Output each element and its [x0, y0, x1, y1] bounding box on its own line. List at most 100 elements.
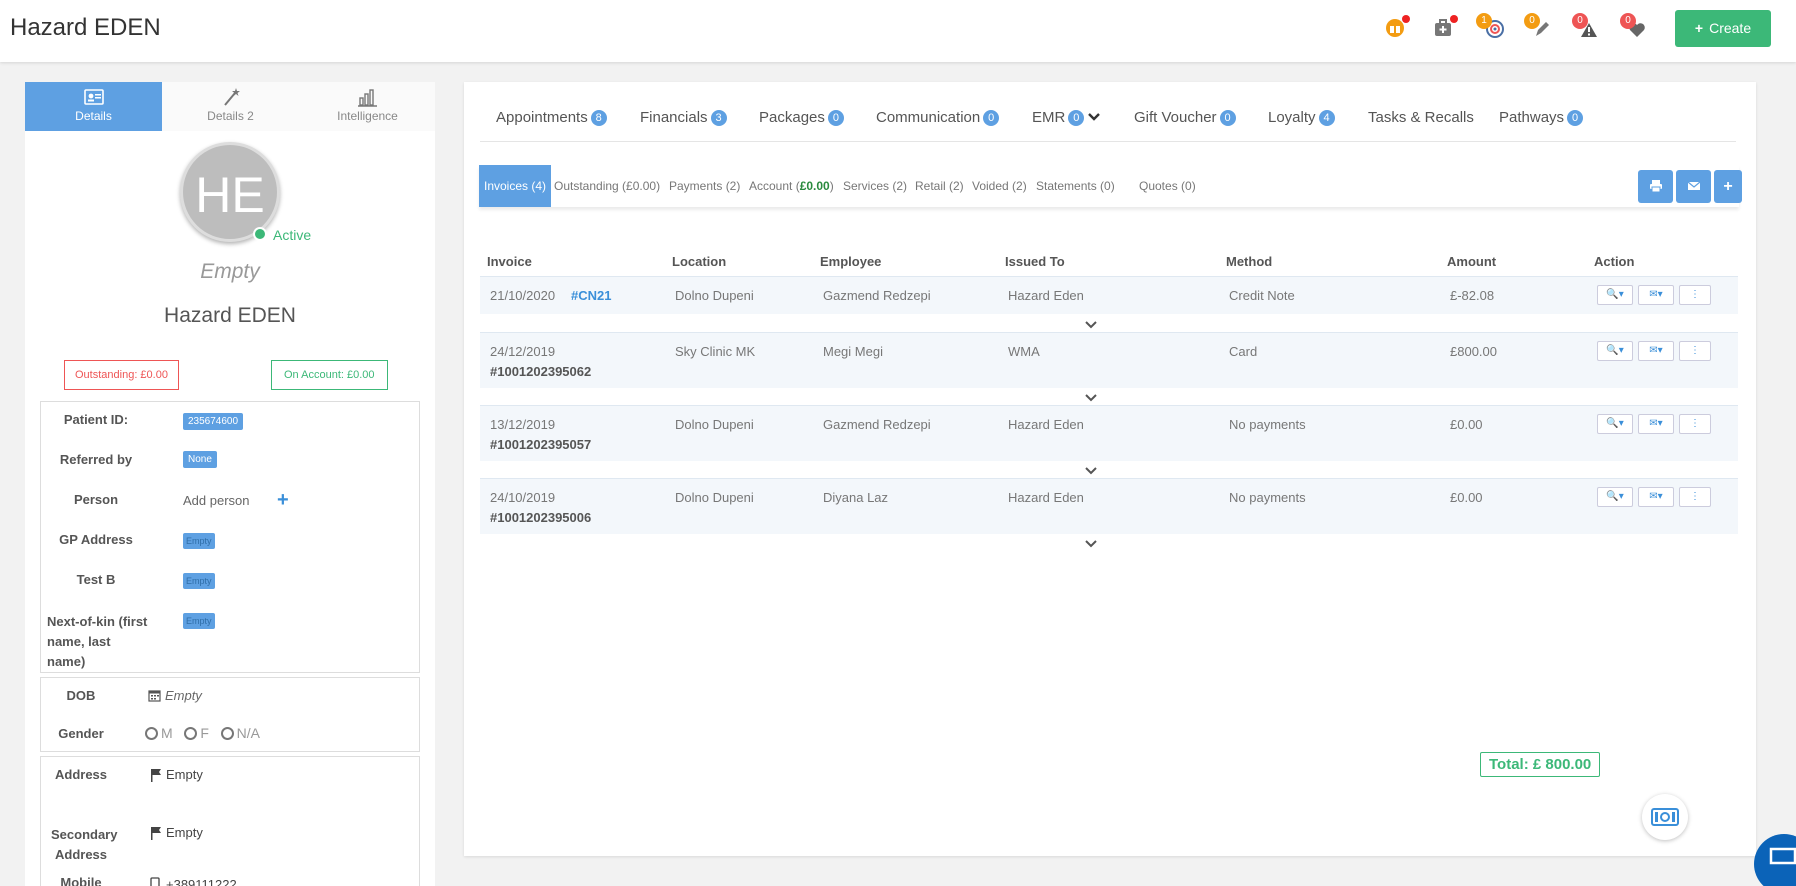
email-dropdown-button[interactable]: ✉▾	[1638, 285, 1674, 305]
gender-m-radio[interactable]	[145, 727, 158, 740]
tab-appointments[interactable]: Appointments 8	[496, 109, 607, 126]
on-account-badge[interactable]: On Account: £0.00	[271, 360, 388, 390]
status-label: Active	[273, 227, 312, 243]
test-b-label: Test B	[76, 572, 116, 587]
tab-tasks-recalls[interactable]: Tasks & Recalls	[1368, 109, 1474, 126]
more-options-button[interactable]: ⋮	[1679, 285, 1711, 305]
dob-value[interactable]: Empty	[165, 688, 202, 703]
print-button[interactable]	[1638, 170, 1673, 203]
view-button[interactable]: 🔍▾	[1597, 487, 1633, 507]
chevron-down-icon[interactable]	[1084, 539, 1098, 549]
email-button[interactable]	[1676, 170, 1711, 203]
address-value[interactable]: Empty	[166, 767, 203, 782]
create-button[interactable]: + Create	[1675, 10, 1771, 47]
id-card-icon	[83, 89, 104, 105]
table-row[interactable]: 24/10/2019 #1001202395006 Dolno Dupeni D…	[480, 478, 1738, 534]
tab-details-2[interactable]: Details 2	[162, 82, 299, 131]
gift-icon[interactable]	[1384, 15, 1410, 39]
invoice-number[interactable]: #1001202395006	[490, 510, 591, 525]
tab-financials[interactable]: Financials 3	[640, 109, 727, 126]
flag-icon	[150, 768, 162, 785]
chat-icon	[1769, 847, 1796, 865]
subtab-statements[interactable]: Statements (0)	[1036, 165, 1115, 207]
bar-chart-icon	[357, 89, 377, 107]
chevron-down-icon[interactable]	[1084, 320, 1098, 330]
medical-kit-icon[interactable]	[1432, 15, 1458, 39]
patient-name: Hazard EDEN	[164, 304, 296, 327]
table-row[interactable]: 13/12/2019 #1001202395057 Dolno Dupeni G…	[480, 405, 1738, 461]
email-dropdown-button[interactable]: ✉▾	[1638, 341, 1674, 361]
printer-icon	[1649, 180, 1662, 193]
tab-intelligence[interactable]: Intelligence	[299, 82, 435, 131]
table-row[interactable]: 24/12/2019 #1001202395062 Sky Clinic MK …	[480, 332, 1738, 388]
view-button[interactable]: 🔍▾	[1597, 285, 1633, 305]
count-badge: 4	[1318, 110, 1335, 126]
view-button[interactable]: 🔍▾	[1597, 414, 1633, 434]
subtab-outstanding[interactable]: Outstanding (£0.00)	[554, 165, 660, 207]
test-b-value[interactable]: Empty	[183, 573, 215, 589]
col-action: Action	[1594, 254, 1635, 269]
target-icon[interactable]: 1	[1476, 13, 1506, 39]
financial-subtabs: Invoices (4) Outstanding (£0.00) Payment…	[479, 165, 1739, 207]
payment-button[interactable]	[1642, 794, 1688, 840]
subtab-retail[interactable]: Retail (2)	[915, 165, 964, 207]
col-location: Location	[672, 254, 727, 269]
invoice-link[interactable]: #CN21	[571, 288, 611, 303]
patient-sidebar: Details Details 2 Intelligence HE Active…	[25, 82, 435, 886]
tab-packages[interactable]: Packages 0	[759, 109, 844, 126]
tab-pathways[interactable]: Pathways 0	[1499, 109, 1584, 126]
subtab-account[interactable]: Account (£0.00)	[749, 165, 834, 207]
more-options-button[interactable]: ⋮	[1679, 341, 1711, 361]
pencil-icon[interactable]: 0	[1524, 13, 1552, 39]
chat-widget-button[interactable]	[1754, 834, 1796, 886]
plus-icon: +	[1723, 178, 1733, 195]
personal-info-box: DOB Empty Gender M F N/A	[40, 677, 420, 752]
warning-icon[interactable]: 0	[1572, 13, 1600, 39]
subtab-services[interactable]: Services (2)	[843, 165, 907, 207]
col-method: Method	[1226, 254, 1273, 269]
email-dropdown-button[interactable]: ✉▾	[1638, 487, 1674, 507]
gender-radio-group[interactable]: M F N/A	[145, 725, 260, 741]
tab-loyalty[interactable]: Loyalty 4	[1268, 109, 1335, 126]
chevron-down-icon[interactable]	[1084, 393, 1098, 403]
more-options-button[interactable]: ⋮	[1679, 414, 1711, 434]
invoice-number[interactable]: #1001202395062	[490, 364, 591, 379]
view-button[interactable]: 🔍▾	[1597, 341, 1633, 361]
person-label: Person	[73, 492, 119, 507]
patient-id-value[interactable]: 235674600	[183, 413, 244, 430]
subtab-invoices[interactable]: Invoices (4)	[479, 165, 552, 207]
tab-emr[interactable]: EMR 0	[1032, 109, 1101, 126]
subtab-quotes[interactable]: Quotes (0)	[1139, 165, 1196, 207]
mobile-label: Mobile	[60, 875, 102, 886]
chevron-down-icon[interactable]	[1084, 466, 1098, 476]
email-dropdown-button[interactable]: ✉▾	[1638, 414, 1674, 434]
profile-subtitle[interactable]: Empty	[25, 260, 435, 284]
gp-address-value[interactable]: Empty	[183, 533, 215, 549]
mobile-value[interactable]: +389111222	[166, 877, 237, 886]
flag-icon	[150, 826, 162, 843]
tab-details[interactable]: Details	[25, 82, 162, 131]
tab-communication[interactable]: Communication 0	[876, 109, 1000, 126]
table-row[interactable]: 21/10/2020 #CN21 Dolno Dupeni Gazmend Re…	[480, 276, 1738, 314]
more-options-button[interactable]: ⋮	[1679, 487, 1711, 507]
chevron-down-icon	[1088, 113, 1101, 121]
gp-address-label: GP Address	[59, 532, 133, 547]
add-invoice-button[interactable]: +	[1714, 170, 1742, 203]
next-of-kin-value[interactable]: Empty	[183, 613, 215, 629]
outstanding-badge[interactable]: Outstanding: £0.00	[64, 360, 179, 390]
plus-icon[interactable]: +	[277, 489, 289, 512]
heart-icon[interactable]: 0	[1620, 13, 1648, 39]
tab-gift-voucher[interactable]: Gift Voucher 0	[1134, 109, 1236, 126]
col-amount: Amount	[1447, 254, 1497, 269]
subtab-payments[interactable]: Payments (2)	[669, 165, 740, 207]
secondary-address-value[interactable]: Empty	[166, 825, 203, 840]
referred-by-value[interactable]: None	[183, 451, 217, 468]
subtab-voided[interactable]: Voided (2)	[972, 165, 1027, 207]
invoice-number[interactable]: #1001202395057	[490, 437, 591, 452]
tabs-divider	[480, 141, 1736, 142]
add-person-link[interactable]: Add person	[183, 493, 250, 508]
main-panel: Appointments 8 Financials 3 Packages 0 Comm…	[464, 82, 1756, 856]
secondary-address-label: Secondary Address	[51, 827, 118, 862]
gender-na-radio[interactable]	[220, 727, 234, 740]
gender-f-radio[interactable]	[184, 727, 198, 740]
